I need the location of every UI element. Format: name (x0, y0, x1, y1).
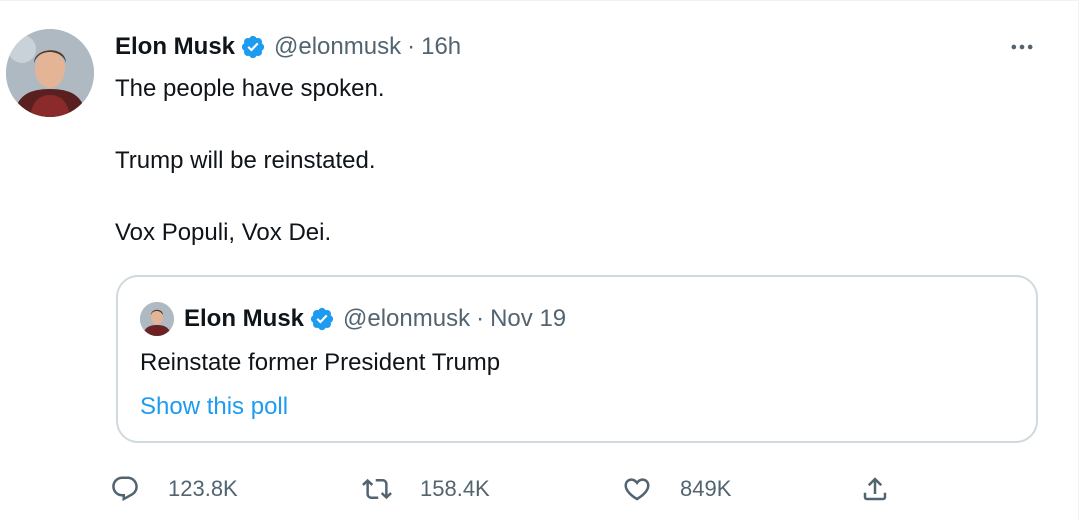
quoted-tweet-text: Reinstate former President Trump (140, 349, 501, 376)
reply-button[interactable]: 123.8K (110, 469, 238, 509)
quoted-tweet[interactable]: Elon Musk @elonmusk · Nov 19 Reinstate f… (116, 275, 1038, 443)
quoted-author-name: Elon Musk (184, 305, 305, 332)
tweet-line (115, 107, 1015, 143)
author-name[interactable]: Elon Musk (115, 33, 235, 61)
tweet-timestamp[interactable]: 16h (421, 33, 461, 61)
retweet-icon (362, 478, 392, 500)
quoted-tweet-date: Nov 19 (490, 305, 567, 332)
tweet-line: Vox Populi, Vox Dei. (115, 219, 332, 246)
reply-icon (112, 476, 138, 502)
author-handle[interactable]: @elonmusk (274, 33, 401, 61)
tweet-text: The people have spoken. Trump will be re… (115, 71, 1015, 251)
author-avatar[interactable] (6, 29, 94, 117)
like-button[interactable]: 849K (622, 469, 731, 509)
tweet-header: Elon Musk @elonmusk · 16h (115, 29, 461, 65)
like-count: 849K (680, 476, 732, 501)
share-icon (863, 477, 887, 501)
heart-icon (624, 478, 650, 501)
separator-dot: · (407, 33, 416, 60)
tweet-line: The people have spoken. (115, 75, 385, 102)
tweet-line: Trump will be reinstated. (115, 147, 376, 174)
share-button[interactable] (860, 469, 918, 509)
verified-badge-icon (241, 35, 265, 59)
reply-count: 123.8K (168, 476, 238, 501)
more-horizontal-icon[interactable] (1006, 31, 1038, 63)
separator-dot: · (476, 305, 485, 332)
quoted-author-avatar (140, 302, 174, 336)
tweet-card: Elon Musk @elonmusk · 16h The people hav… (0, 0, 1079, 521)
verified-badge-icon (310, 307, 334, 331)
quoted-tweet-header: Elon Musk @elonmusk · Nov 19 (140, 299, 566, 339)
retweet-count: 158.4K (420, 476, 490, 501)
show-poll-link[interactable]: Show this poll (140, 389, 288, 425)
tweet-actions: 123.8K 158.4K 849K (110, 469, 910, 509)
quoted-author-handle: @elonmusk (343, 305, 471, 332)
tweet-line (115, 179, 1015, 215)
retweet-button[interactable]: 158.4K (362, 469, 490, 509)
